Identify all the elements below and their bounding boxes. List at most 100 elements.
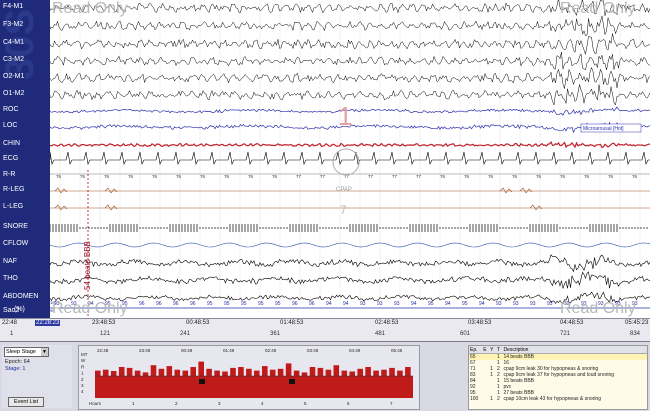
waveform-area[interactable]: 76 76 76 76 76 76 76 76 76 76 77 77 77 77 77 77 76 76 76 76… [50,0,650,318]
hypno-bar [357,368,363,376]
hypno-time: 23:49 [139,348,151,353]
hypno-bar [230,367,236,376]
channel-label-lleg: L-LEG [3,203,24,210]
sao2-value: 94 [326,301,332,307]
channel-label-loc: LOC [3,122,18,129]
rr-value: 76 [80,174,86,179]
sleep-stage-box: Sleep Stage ▼ Epoch: 64 Stage: 1 Event L… [2,345,72,408]
hypno-time: 02:49 [265,348,277,353]
sao2-value: 93 [513,301,519,307]
hypno-bar [214,370,220,376]
sao2-value: 95 [241,301,247,307]
timeline-tick: 03:48:53 [468,320,492,326]
sao2-value: 96 [139,301,145,307]
hypno-bar [142,372,149,376]
hypno-bar [206,368,212,376]
rr-value: 76 [560,174,566,179]
timeline-tick: 05:45:23 [625,320,649,326]
event-row[interactable]: 100 1 2 cpap 10cm leak 43 for hypopneas & s… [469,396,647,402]
channel-label-f4m1: F4-M1 [3,3,24,10]
hypno-stage-label: MT [81,352,88,357]
hypno-bar [182,370,189,376]
hypno-bar [317,367,324,376]
hypno-bar [174,369,181,376]
sao2-value: 96 [156,301,162,307]
rr-value: 76 [608,174,614,179]
hypno-bar [381,369,387,376]
sao2-value: 94 [343,301,349,307]
channel-label-rleg: R-LEG [3,186,25,193]
epoch-tick: 834 [630,331,641,337]
sleep-stage-select-value: Sleep Stage [6,349,36,355]
hypno-hour: 1 [132,401,135,406]
hypnogram[interactable]: MT W R 1 2 3 4 22:48 23:49 00:49 01:49 02:49 03:49 04… [78,345,420,410]
epoch-watermark-number: 1 [338,101,352,131]
channel-label-o1m2: O1-M2 [3,90,25,97]
hypno-stage-label: 3 [81,383,84,388]
epoch-tick: 241 [180,331,191,337]
event-column-header[interactable]: Ep. [469,346,483,354]
timeline-tick: 23:48:53 [92,320,116,326]
event-cell [482,396,489,402]
cpap-icon [332,148,360,176]
epoch-tick: 481 [375,331,386,337]
hypno-hour: 7 [390,401,393,406]
event-column-header[interactable]: Description [502,346,647,354]
rr-value: 76 [488,174,494,179]
hypno-bar [277,368,284,376]
hypno-stage-label: W [81,358,86,363]
hypno-hour: Hours [89,401,102,406]
rr-value: 77 [296,174,302,179]
cpap-level: 7 [340,203,347,217]
hypno-bar [222,371,228,376]
event-list-button[interactable]: Event List [8,397,44,407]
hypno-bar [325,369,332,376]
sao2-value: 96 [292,301,298,307]
channel-label-chin: CHIN [3,140,21,147]
sleep-stage-select[interactable]: Sleep Stage ▼ [4,347,49,357]
sao2-value: 96 [173,301,179,307]
time-ruler[interactable]: 22:48 22:28:23 23:48:53 00:48:53 01:48:53 02:… [0,318,650,342]
channel-label-o2m1: O2-M1 [3,73,25,80]
waveform-canvas: 76 76 76 76 76 76 76 76 76 76 77 77 77 77 77 77 76 76 76 76… [50,0,650,318]
rr-value: 76 [176,174,182,179]
hypno-time: 04:49 [349,348,361,353]
sao2-value: 95 [462,301,468,307]
hypno-bar [150,365,157,376]
sao2-value: 93 [394,301,400,307]
hypno-bar [293,370,300,376]
rr-value: 76 [272,174,278,179]
hypno-bar [134,370,141,376]
rr-value: 76 [224,174,230,179]
hypno-bar [397,370,403,376]
stage-label: Stage: 1 [5,366,26,372]
hypno-bar [269,369,276,376]
sao2-value: 94 [411,301,417,307]
event-column-header[interactable]: E [482,346,490,354]
psg-viewer: 30S F4-M1 F3-M2 C4-M1 C3-M2 O2-M1 O1-M2 ROC LOC… [0,0,650,411]
hypno-bar [190,367,196,376]
epoch-tick: 721 [560,331,571,337]
channel-label-c3m2: C3-M2 [3,56,25,63]
hypno-bar [333,365,340,376]
channel-label-roc: ROC [3,106,19,113]
rr-value: 76 [440,174,446,179]
channel-label-naf: NAF [3,258,17,265]
hypno-bar [166,366,173,376]
hypno-time: 03:49 [307,348,319,353]
rr-value: 77 [416,174,422,179]
event-table[interactable]: Ep. E Y T Description 65 1 14 beats BBB 67 1 16 71… [468,345,648,410]
chevron-down-icon[interactable]: ▼ [41,348,48,356]
hypnogram-canvas: MTWR123422:48 23:49 00:49 01:49 02:49 03:49 04… [81,348,413,406]
hypno-hour: 4 [261,401,264,406]
channel-label-c4m1: C4-M1 [3,39,25,46]
read-only-watermark: Read Only [52,300,128,317]
hypno-bar [301,372,308,376]
event-column-header[interactable]: Y [489,346,496,354]
hypno-hour: 3 [218,401,221,406]
timeline-tick: 22:48 [2,320,18,326]
rr-value: 77 [320,174,326,179]
hypno-stage-label: 4 [81,389,84,394]
timeline-tick: 02:48:53 [375,320,399,326]
sao2-value: 95 [258,301,264,307]
